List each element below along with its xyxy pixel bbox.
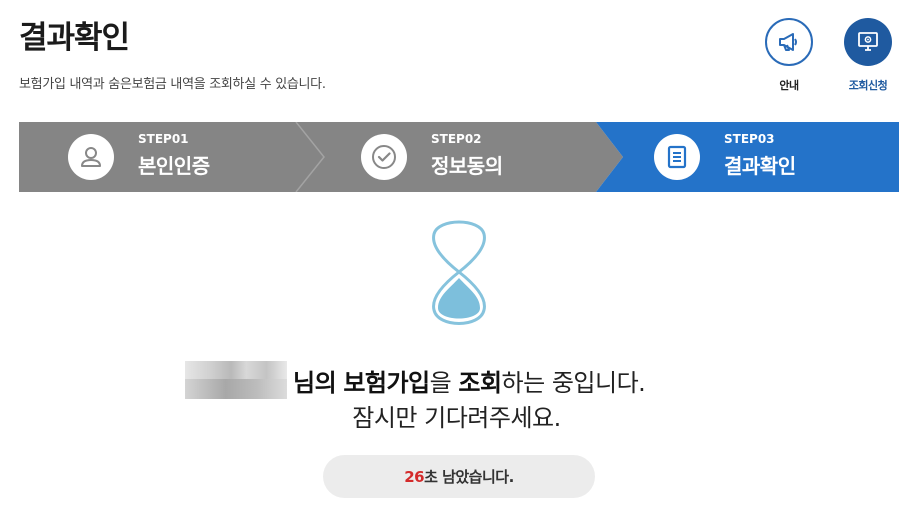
monitor-icon <box>844 18 892 66</box>
step-2: STEP02 정보동의 <box>361 122 503 192</box>
countdown-timer: 26 초 남았습니다. <box>323 455 595 498</box>
step-3-number: STEP03 <box>724 131 775 146</box>
step-1-name: 본인인증 <box>138 153 210 178</box>
status-particle: 을 <box>429 368 452 397</box>
page-description: 보험가입 내역과 숨은보험금 내역을 조회하실 수 있습니다. <box>19 77 326 92</box>
step-3: STEP03 결과확인 <box>654 122 796 192</box>
masked-user-name <box>185 361 287 399</box>
status-tail: 하는 중입니다. <box>501 368 646 397</box>
step-2-number: STEP02 <box>431 131 482 146</box>
status-action: 조회 <box>458 368 502 397</box>
name-suffix: 님의 <box>293 368 337 397</box>
status-subject: 보험가입 <box>343 368 430 397</box>
step-3-name: 결과확인 <box>724 153 796 178</box>
timer-seconds: 26 <box>404 467 425 486</box>
guide-button[interactable]: 안내 <box>763 18 815 93</box>
step-progress-bar: STEP01 본인인증 STEP02 정보동의 STEP03 결과확인 <box>19 122 899 192</box>
person-icon <box>68 134 114 180</box>
step-1-number: STEP01 <box>138 131 189 146</box>
step-1: STEP01 본인인증 <box>68 122 210 192</box>
timer-text: 초 남았습니다. <box>424 468 514 486</box>
document-icon <box>654 134 700 180</box>
check-icon <box>361 134 407 180</box>
inquiry-request-button[interactable]: 조회신청 <box>842 18 894 93</box>
page-title: 결과확인 <box>19 20 130 56</box>
hourglass-loading-icon <box>432 220 486 325</box>
megaphone-icon <box>765 18 813 66</box>
step-2-name: 정보동의 <box>431 153 503 178</box>
inquiry-request-button-label: 조회신청 <box>848 79 888 92</box>
status-message-line2: 잠시만 기다려주세요. <box>352 404 561 432</box>
status-message-line1: 님의 보험가입 을 조회 하는 중입니다. <box>185 360 646 400</box>
guide-button-label: 안내 <box>779 79 799 92</box>
